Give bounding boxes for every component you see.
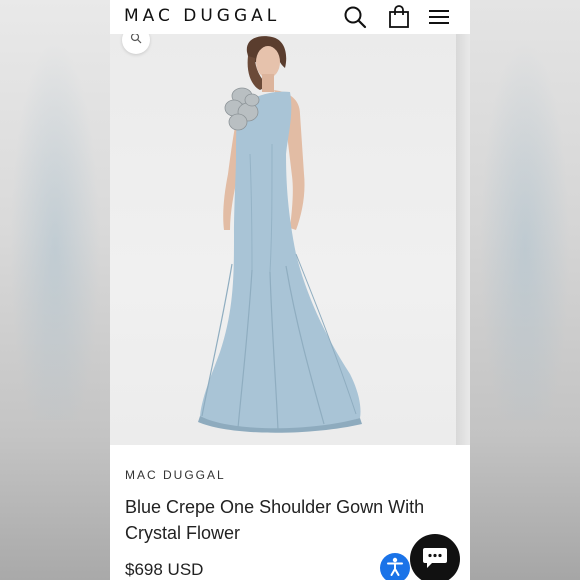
search-icon[interactable] — [342, 4, 368, 30]
model-wearing-gown — [198, 36, 362, 433]
accessibility-button[interactable] — [380, 553, 410, 580]
next-image-peek[interactable] — [456, 34, 470, 445]
magnifier-icon — [130, 34, 142, 49]
shopping-bag-icon[interactable] — [386, 4, 412, 30]
mobile-page: MAC DUGGAL MAC DUGGAL Blue Crepe One Sho… — [110, 0, 470, 580]
site-header: MAC DUGGAL — [110, 0, 470, 34]
product-title: Blue Crepe One Shoulder Gown With Crysta… — [125, 497, 425, 543]
accessibility-icon — [384, 555, 406, 580]
chat-bubble-icon — [420, 542, 450, 577]
product-image[interactable] — [110, 34, 456, 445]
product-vendor[interactable]: MAC DUGGAL — [125, 468, 425, 482]
hamburger-menu-icon[interactable] — [426, 4, 452, 30]
background-blur-left — [0, 0, 110, 580]
background-blur-right — [470, 0, 580, 580]
chat-button[interactable] — [410, 534, 460, 580]
brand-logo[interactable]: MAC DUGGAL — [124, 6, 280, 26]
